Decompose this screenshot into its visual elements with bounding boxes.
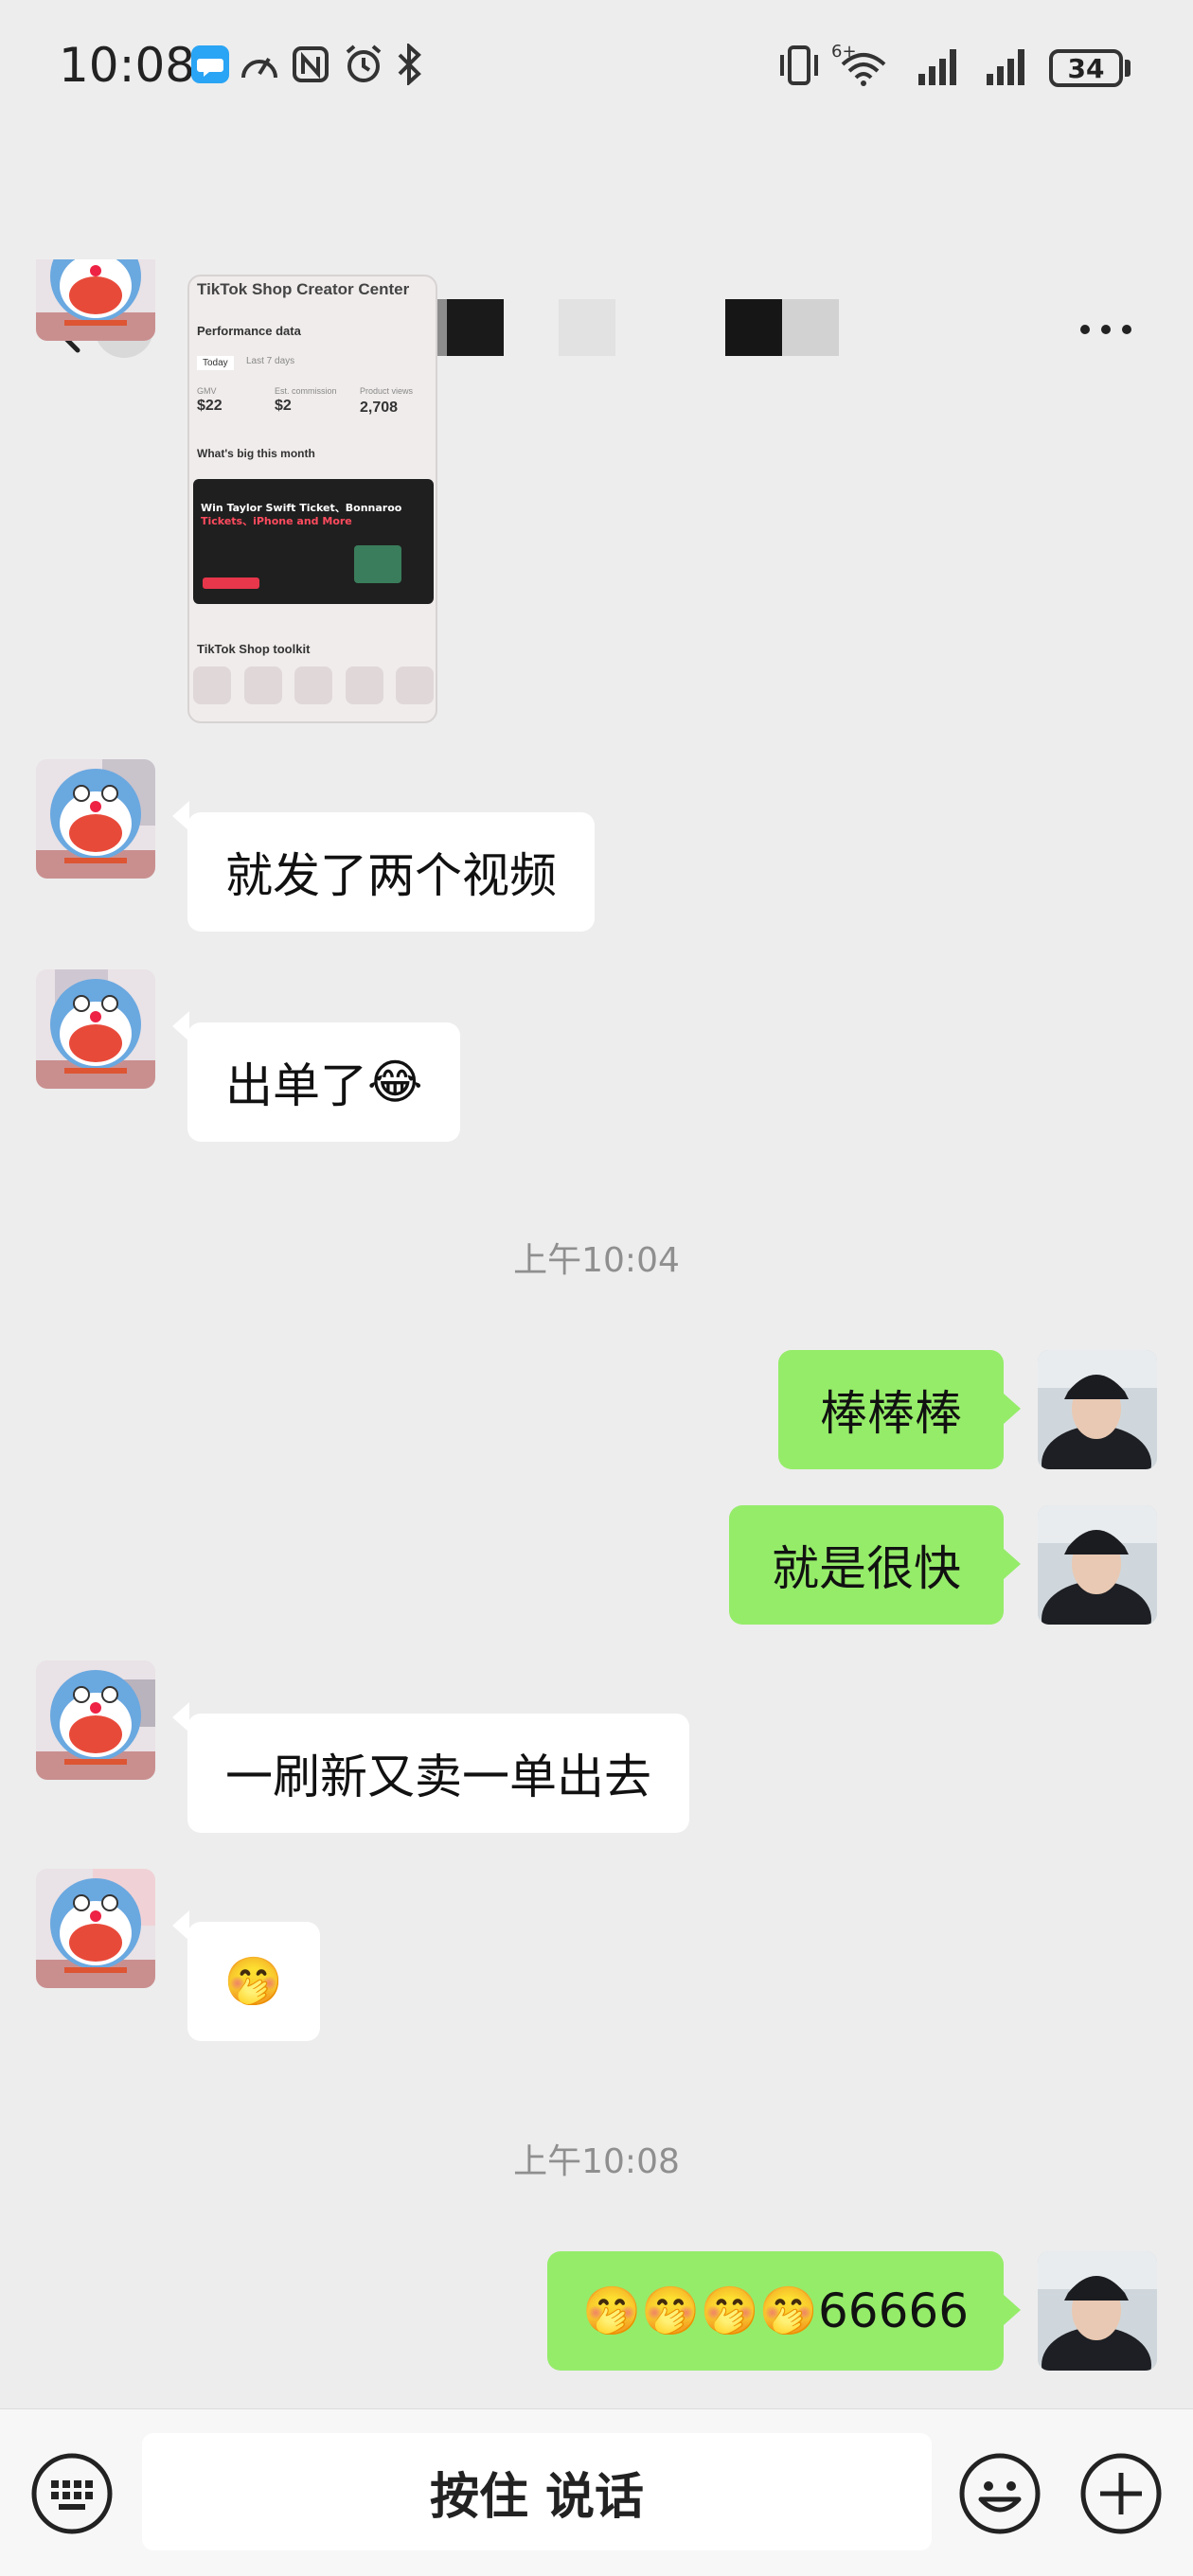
image-tab-today: Today (197, 356, 234, 370)
contact-avatar[interactable] (36, 969, 155, 1089)
hand-over-mouth-emoji: 🤭 (223, 1953, 284, 2009)
promo-line: Tickets、iPhone and More (201, 515, 352, 527)
message-bubble-incoming[interactable]: 出单了 😂 (187, 1022, 461, 1142)
message-text: 棒棒棒 (820, 1386, 962, 1441)
redacted-title (559, 299, 615, 356)
hold-to-talk-button[interactable]: 按住 说话 (142, 2433, 932, 2550)
vibrate-icon (780, 45, 818, 85)
metric-label: GMV (197, 386, 217, 396)
contact-avatar[interactable] (36, 759, 155, 879)
doraemon-avatar-image (36, 1661, 155, 1780)
battery-tip (1125, 60, 1131, 77)
promo-heading: What's big this month (197, 447, 315, 460)
bluetooth-icon (398, 44, 421, 85)
timestamp: 上午10:04 (513, 1241, 680, 1280)
signal-icon (918, 49, 956, 85)
doraemon-avatar-image (36, 969, 155, 1089)
metric-label: Product views (360, 386, 414, 396)
image-title: TikTok Shop Creator Center (197, 280, 410, 298)
laughing-crying-emoji: 😂 (367, 1055, 423, 1110)
plus-icon[interactable] (1079, 2452, 1163, 2535)
chat-app-icon (191, 45, 229, 83)
hand-over-mouth-emoji: 🤭🤭🤭🤭 (581, 2283, 818, 2338)
contact-avatar[interactable] (36, 1661, 155, 1780)
speedometer-icon (241, 57, 277, 79)
alarm-icon (346, 44, 382, 82)
nfc-icon (293, 46, 329, 82)
bubble-tail (1004, 1394, 1021, 1424)
toolkit-icons (193, 666, 434, 714)
doraemon-avatar-image (36, 759, 155, 879)
promo-banner: Win Taylor Swift Ticket、Bonnaroo Tickets… (193, 479, 434, 604)
message-bubble-outgoing[interactable]: 🤭🤭🤭🤭 66666 (547, 2251, 1004, 2371)
signal-icon (987, 49, 1024, 85)
status-time: 10:08 (59, 38, 196, 93)
user-photo-avatar (1038, 2251, 1157, 2371)
promo-button (203, 577, 259, 589)
user-photo-avatar (1038, 1350, 1157, 1469)
message-bubble-outgoing[interactable]: 就是很快 (729, 1505, 1004, 1625)
my-avatar[interactable] (1038, 1505, 1157, 1625)
wifi-icon: 6+ (831, 42, 886, 86)
image-section: Performance data (197, 324, 301, 338)
message-bubble-incoming[interactable]: 就发了两个视频 (187, 812, 595, 932)
redacted-title (725, 299, 839, 356)
keyboard-icon[interactable] (30, 2452, 114, 2535)
doraemon-avatar-image (36, 1869, 155, 1988)
smiley-icon[interactable] (958, 2452, 1042, 2535)
message-text: 一刷新又卖一单出去 (225, 1750, 651, 1804)
toolkit-heading: TikTok Shop toolkit (197, 642, 311, 656)
bubble-tail (1004, 2295, 1021, 2325)
message-text: 66666 (817, 2283, 970, 2338)
metric-value: $2 (275, 398, 292, 414)
promo-graphic (354, 545, 401, 583)
message-text: 就是很快 (772, 1541, 961, 1596)
message-text: 出单了 (225, 1058, 367, 1113)
battery-indicator: 34 (1049, 49, 1123, 87)
shared-screenshot-image[interactable]: TikTok Shop Creator Center Performance d… (187, 275, 437, 723)
chat-header: 3 (0, 133, 1193, 358)
timestamp: 上午10:08 (513, 2142, 680, 2181)
metric-value: 2,708 (360, 400, 399, 416)
contact-avatar[interactable] (36, 1869, 155, 1988)
status-bar: 10:08 6+ 34 (0, 0, 1193, 133)
user-photo-avatar (1038, 1505, 1157, 1625)
message-bubble-incoming[interactable]: 一刷新又卖一单出去 (187, 1714, 689, 1833)
message-bubble-outgoing[interactable]: 棒棒棒 (778, 1350, 1004, 1469)
my-avatar[interactable] (1038, 2251, 1157, 2371)
message-text: 就发了两个视频 (225, 848, 557, 903)
metric-value: $22 (197, 398, 223, 414)
more-horizontal-icon[interactable] (1077, 320, 1134, 339)
image-tab-last7: Last 7 days (246, 356, 295, 366)
my-avatar[interactable] (1038, 1350, 1157, 1469)
bubble-tail (1004, 1549, 1021, 1579)
metric-label: Est. commission (275, 386, 337, 396)
message-bubble-incoming[interactable]: 🤭 (187, 1922, 320, 2041)
